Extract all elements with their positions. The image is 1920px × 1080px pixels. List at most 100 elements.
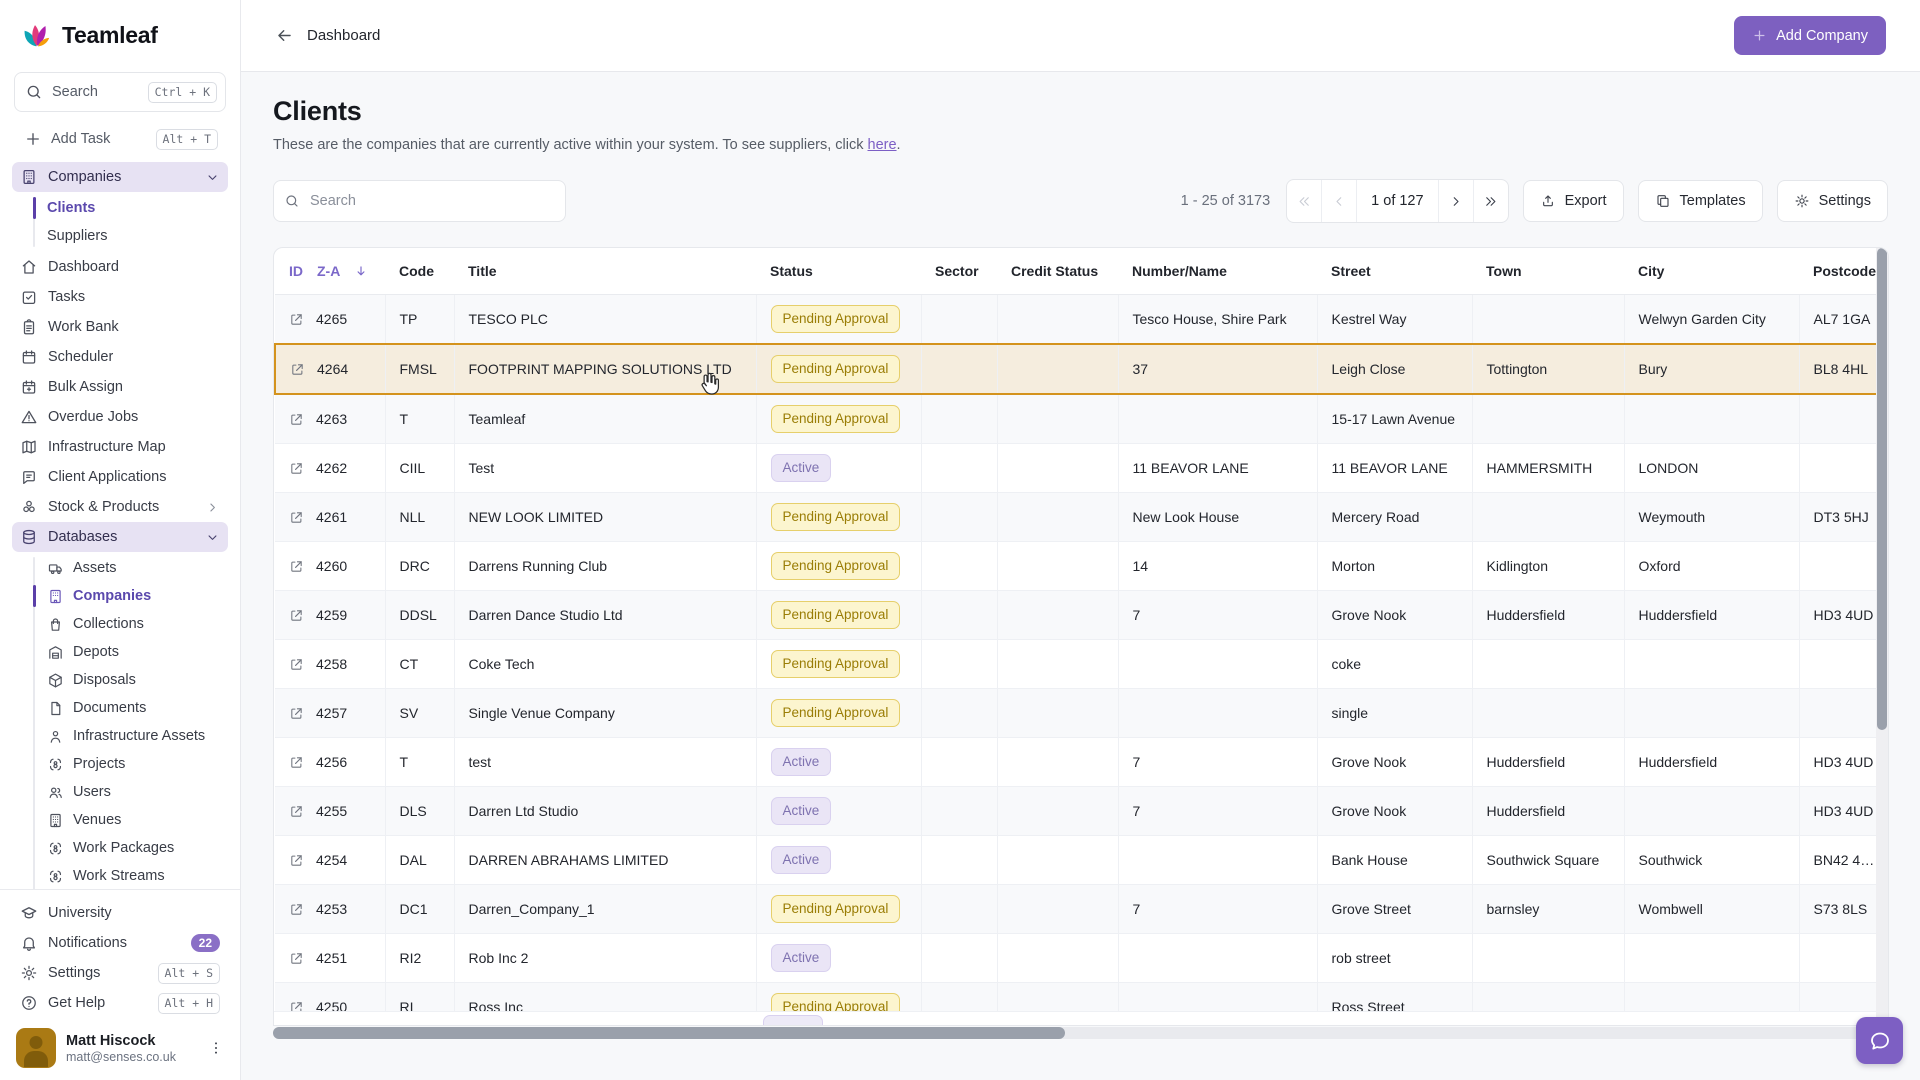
- table-row-4251[interactable]: 4251RI2Rob Inc 2Activerob street: [275, 934, 1889, 983]
- column-header-town[interactable]: Town: [1472, 248, 1624, 295]
- table-row-4261[interactable]: 4261NLLNEW LOOK LIMITEDPending ApprovalN…: [275, 493, 1889, 542]
- sidebar-item-label: Overdue Jobs: [48, 409, 138, 425]
- open-record-icon[interactable]: [289, 510, 304, 525]
- table-row-4256[interactable]: 4256TtestActive7Grove NookHuddersfieldHu…: [275, 738, 1889, 787]
- table-settings-button[interactable]: Settings: [1777, 180, 1888, 222]
- column-header-status[interactable]: Status: [756, 248, 921, 295]
- column-header-id[interactable]: ID Z-A: [275, 248, 385, 295]
- open-record-icon[interactable]: [289, 804, 304, 819]
- add-task-button[interactable]: Add Task Alt + T: [14, 120, 226, 158]
- sidebar-item-bulk-assign[interactable]: Bulk Assign: [12, 372, 228, 402]
- sidebar-subitem-clients[interactable]: Clients: [33, 194, 228, 222]
- table-row-4262[interactable]: 4262CIILTestActive11 BEAVOR LANE11 BEAVO…: [275, 444, 1889, 493]
- record-id: 4259: [316, 607, 347, 623]
- add-company-button[interactable]: Add Company: [1734, 16, 1886, 55]
- sidebar-item-settings[interactable]: SettingsAlt + S: [12, 958, 228, 988]
- sidebar-subitem-collections[interactable]: Collections: [33, 610, 228, 638]
- status-badge: Pending Approval: [771, 503, 901, 531]
- cell-status: Pending Approval: [756, 885, 921, 934]
- venues-icon: [47, 812, 64, 829]
- sidebar-subitem-projects[interactable]: Projects: [33, 750, 228, 778]
- table-row-4260[interactable]: 4260DRCDarrens Running ClubPending Appro…: [275, 542, 1889, 591]
- prev-page-button[interactable]: [1321, 180, 1356, 222]
- suppliers-link[interactable]: here: [868, 137, 897, 153]
- sidebar-item-databases[interactable]: Databases: [12, 522, 228, 552]
- sidebar-item-get-help[interactable]: Get HelpAlt + H: [12, 988, 228, 1018]
- open-record-icon[interactable]: [289, 657, 304, 672]
- open-record-icon[interactable]: [289, 853, 304, 868]
- kebab-menu-icon[interactable]: [208, 1040, 224, 1056]
- open-record-icon[interactable]: [289, 951, 304, 966]
- cell-street: single: [1317, 689, 1472, 738]
- breadcrumb[interactable]: Dashboard: [275, 26, 380, 45]
- sidebar-item-scheduler[interactable]: Scheduler: [12, 342, 228, 372]
- sidebar-item-infrastructure-map[interactable]: Infrastructure Map: [12, 432, 228, 462]
- table-row-4255[interactable]: 4255DLSDarren Ltd StudioActive7Grove Noo…: [275, 787, 1889, 836]
- sidebar-subitem-infrastructure-assets[interactable]: Infrastructure Assets: [33, 722, 228, 750]
- open-record-icon[interactable]: [289, 312, 304, 327]
- column-header-title[interactable]: Title: [454, 248, 756, 295]
- column-header-city[interactable]: City: [1624, 248, 1799, 295]
- templates-button[interactable]: Templates: [1638, 180, 1763, 222]
- cell-number-name: 14: [1118, 542, 1317, 591]
- cell-street: Mercery Road: [1317, 493, 1472, 542]
- sidebar-subitem-documents[interactable]: Documents: [33, 694, 228, 722]
- column-header-code[interactable]: Code: [385, 248, 454, 295]
- horizontal-scrollbar[interactable]: [273, 1027, 1889, 1039]
- column-header-credit-status[interactable]: Credit Status: [997, 248, 1118, 295]
- export-button[interactable]: Export: [1523, 180, 1624, 222]
- table-row-4253[interactable]: 4253DC1Darren_Company_1Pending Approval7…: [275, 885, 1889, 934]
- column-header-sector[interactable]: Sector: [921, 248, 997, 295]
- sidebar-subitem-work-streams[interactable]: Work Streams: [33, 862, 228, 889]
- sidebar-subitem-work-packages[interactable]: Work Packages: [33, 834, 228, 862]
- sidebar-subitem-depots[interactable]: Depots: [33, 638, 228, 666]
- table-row-4254[interactable]: 4254DALDARREN ABRAHAMS LIMITEDActiveBank…: [275, 836, 1889, 885]
- open-record-icon[interactable]: [289, 559, 304, 574]
- sidebar-item-work-bank[interactable]: Work Bank: [12, 312, 228, 342]
- open-record-icon[interactable]: [289, 608, 304, 623]
- last-page-button[interactable]: [1473, 180, 1508, 222]
- sidebar-subitem-companies[interactable]: Companies: [33, 582, 228, 610]
- table-row-4264[interactable]: 4264FMSLFOOTPRINT MAPPING SOLUTIONS LTDP…: [275, 344, 1889, 394]
- sidebar-subitem-suppliers[interactable]: Suppliers: [33, 222, 228, 250]
- chat-fab-button[interactable]: [1856, 1017, 1903, 1064]
- sidebar-item-overdue-jobs[interactable]: Overdue Jobs: [12, 402, 228, 432]
- table-row-4259[interactable]: 4259DDSLDarren Dance Studio LtdPending A…: [275, 591, 1889, 640]
- sidebar-item-university[interactable]: University: [12, 898, 228, 928]
- sidebar-item-dashboard[interactable]: Dashboard: [12, 252, 228, 282]
- open-record-icon[interactable]: [289, 755, 304, 770]
- horizontal-scrollbar-thumb[interactable]: [273, 1027, 1065, 1039]
- sidebar-item-companies[interactable]: Companies: [12, 162, 228, 192]
- sidebar-item-notifications[interactable]: Notifications22: [12, 928, 228, 958]
- next-page-button[interactable]: [1438, 180, 1473, 222]
- cell-number-name: 37: [1118, 344, 1317, 394]
- open-record-icon[interactable]: [289, 706, 304, 721]
- sidebar-item-stock-and-products[interactable]: Stock & Products: [12, 492, 228, 522]
- sidebar-item-client-applications[interactable]: Client Applications: [12, 462, 228, 492]
- vertical-scrollbar[interactable]: [1876, 248, 1888, 1025]
- user-menu[interactable]: Matt Hiscock matt@senses.co.uk: [12, 1018, 228, 1080]
- back-arrow-icon[interactable]: [275, 26, 294, 45]
- column-header-street[interactable]: Street: [1317, 248, 1472, 295]
- cell-status: Pending Approval: [756, 344, 921, 394]
- column-header-number-name[interactable]: Number/Name: [1118, 248, 1317, 295]
- open-record-icon[interactable]: [289, 902, 304, 917]
- table-row-4258[interactable]: 4258CTCoke TechPending Approvalcoke: [275, 640, 1889, 689]
- sort-desc-icon[interactable]: [354, 264, 368, 278]
- vertical-scrollbar-thumb[interactable]: [1877, 248, 1887, 730]
- sidebar-subitem-venues[interactable]: Venues: [33, 806, 228, 834]
- open-record-icon[interactable]: [289, 412, 304, 427]
- first-page-button[interactable]: [1287, 180, 1321, 222]
- open-record-icon[interactable]: [289, 461, 304, 476]
- table-row-4257[interactable]: 4257SVSingle Venue CompanyPending Approv…: [275, 689, 1889, 738]
- sidebar-subitem-disposals[interactable]: Disposals: [33, 666, 228, 694]
- search-input[interactable]: [273, 180, 566, 222]
- table-row-4265[interactable]: 4265TPTESCO PLCPending ApprovalTesco Hou…: [275, 295, 1889, 345]
- sidebar-subitem-assets[interactable]: Assets: [33, 554, 228, 582]
- sidebar-subitem-users[interactable]: Users: [33, 778, 228, 806]
- table-row-4263[interactable]: 4263TTeamleafPending Approval15-17 Lawn …: [275, 394, 1889, 444]
- open-record-icon[interactable]: [290, 362, 305, 377]
- sidebar-item-tasks[interactable]: Tasks: [12, 282, 228, 312]
- cell-city: [1624, 787, 1799, 836]
- sidebar-search[interactable]: Search Ctrl + K: [14, 72, 226, 112]
